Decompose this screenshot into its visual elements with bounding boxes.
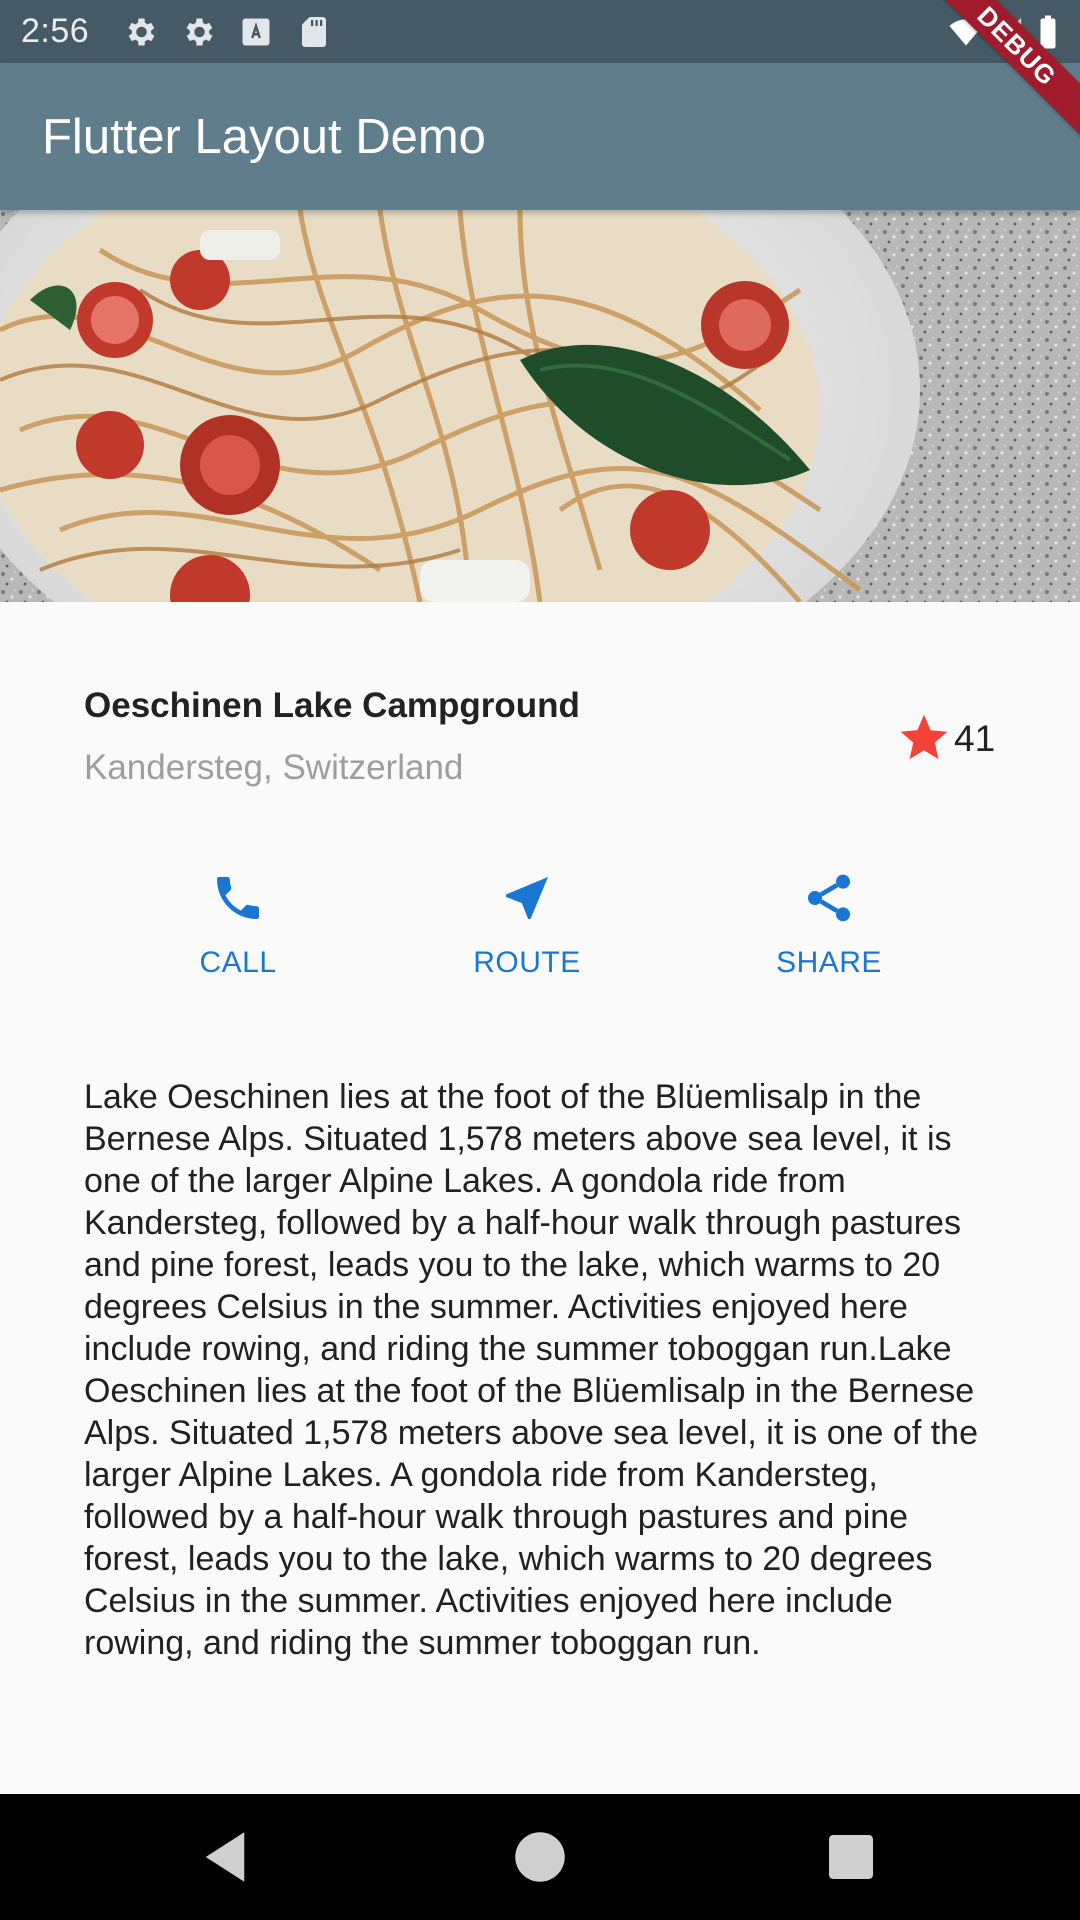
status-bar: 2:56 (0, 0, 1080, 63)
back-icon[interactable] (192, 1824, 258, 1890)
place-name: Oeschinen Lake Campground (84, 686, 580, 725)
call-button[interactable]: CALL (138, 870, 338, 1000)
status-time: 2:56 (21, 12, 90, 50)
app-bar: Flutter Layout Demo (0, 63, 1080, 210)
recents-icon[interactable] (818, 1824, 884, 1890)
settings-icon (186, 18, 213, 46)
hero-image (0, 210, 1080, 602)
star-icon[interactable] (896, 710, 952, 766)
call-label: CALL (199, 946, 277, 979)
phone-icon (217, 877, 259, 919)
settings-icon (128, 18, 155, 46)
sd-card-icon (302, 17, 326, 47)
description-text: Lake Oeschinen lies at the foot of the B… (84, 1078, 978, 1662)
action-row: CALL ROUTE SHARE (0, 870, 1080, 1000)
text-icon (242, 18, 270, 46)
title-section: Oeschinen Lake Campground Kandersteg, Sw… (84, 686, 996, 796)
navigation-icon (506, 877, 548, 919)
home-icon[interactable] (507, 1824, 573, 1890)
route-button[interactable]: ROUTE (427, 870, 627, 1000)
app-bar-title: Flutter Layout Demo (42, 110, 486, 164)
route-label: ROUTE (473, 946, 581, 979)
place-location: Kandersteg, Switzerland (84, 748, 464, 787)
share-button[interactable]: SHARE (729, 870, 929, 1000)
share-icon (808, 874, 850, 922)
star-count: 41 (954, 718, 996, 759)
navigation-bar (0, 1794, 1080, 1920)
share-label: SHARE (776, 946, 882, 979)
